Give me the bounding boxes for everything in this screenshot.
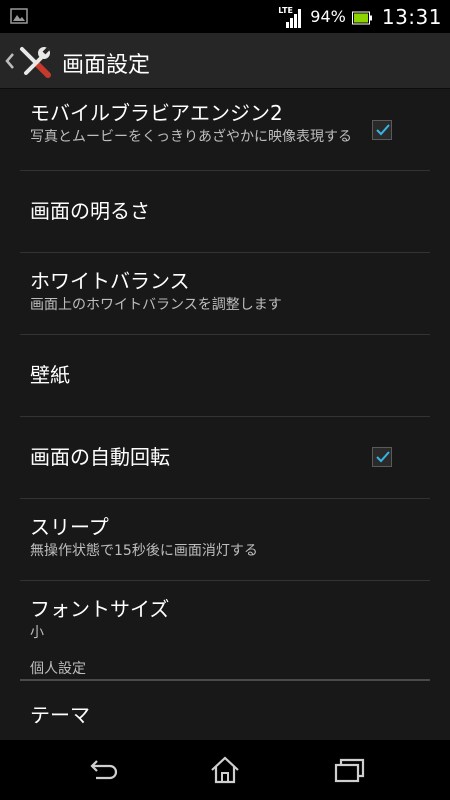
section-header-personal: 個人設定	[0, 655, 450, 693]
action-bar[interactable]: 画面設定	[0, 33, 450, 89]
setting-summary: 無操作状態で15秒後に画面消灯する	[30, 543, 258, 559]
battery-percent: 94%	[310, 7, 346, 26]
setting-screen-brightness[interactable]: 画面の明るさ	[0, 171, 450, 253]
setting-title: ホワイトバランス	[30, 269, 190, 293]
recents-icon[interactable]	[332, 754, 366, 786]
battery-icon	[351, 10, 372, 24]
signal-icon: LTE	[278, 4, 304, 30]
tools-icon[interactable]	[16, 43, 54, 81]
setting-mobile-bravia-engine[interactable]: モバイルブラビアエンジン2 写真とムービーをくっきりあざやかに映像表現する	[0, 89, 450, 171]
setting-title: モバイルブラビアエンジン2	[30, 101, 283, 125]
checkbox-checked[interactable]	[372, 120, 392, 140]
setting-theme[interactable]: テーマ	[0, 693, 450, 740]
setting-wallpaper[interactable]: 壁紙	[0, 335, 450, 417]
image-icon	[10, 8, 28, 24]
setting-title: 壁紙	[30, 363, 70, 387]
navigation-bar	[0, 740, 450, 800]
checkbox-checked[interactable]	[372, 447, 392, 467]
setting-title: スリープ	[30, 515, 109, 539]
setting-font-size[interactable]: フォントサイズ 小	[0, 581, 450, 655]
settings-list[interactable]: モバイルブラビアエンジン2 写真とムービーをくっきりあざやかに映像表現する 画面…	[0, 89, 450, 740]
chevron-left-icon[interactable]	[4, 51, 16, 71]
home-icon[interactable]	[208, 754, 242, 786]
status-bar: LTE 94% 13:31	[0, 0, 450, 33]
setting-summary: 画面上のホワイトバランスを調整します	[30, 297, 282, 313]
setting-title: テーマ	[30, 703, 90, 727]
setting-sleep[interactable]: スリープ 無操作状態で15秒後に画面消灯する	[0, 499, 450, 581]
setting-title: 画面の明るさ	[30, 199, 150, 223]
setting-summary: 写真とムービーをくっきりあざやかに映像表現する	[30, 129, 352, 145]
setting-auto-rotate[interactable]: 画面の自動回転	[0, 417, 450, 499]
setting-title: フォントサイズ	[30, 597, 170, 621]
page-title: 画面設定	[62, 53, 151, 78]
section-rule	[20, 679, 430, 681]
back-icon[interactable]	[86, 754, 120, 786]
setting-white-balance[interactable]: ホワイトバランス 画面上のホワイトバランスを調整します	[0, 253, 450, 335]
clock: 13:31	[381, 4, 442, 29]
section-label: 個人設定	[30, 661, 86, 677]
setting-summary: 小	[30, 625, 44, 641]
setting-title: 画面の自動回転	[30, 445, 170, 469]
